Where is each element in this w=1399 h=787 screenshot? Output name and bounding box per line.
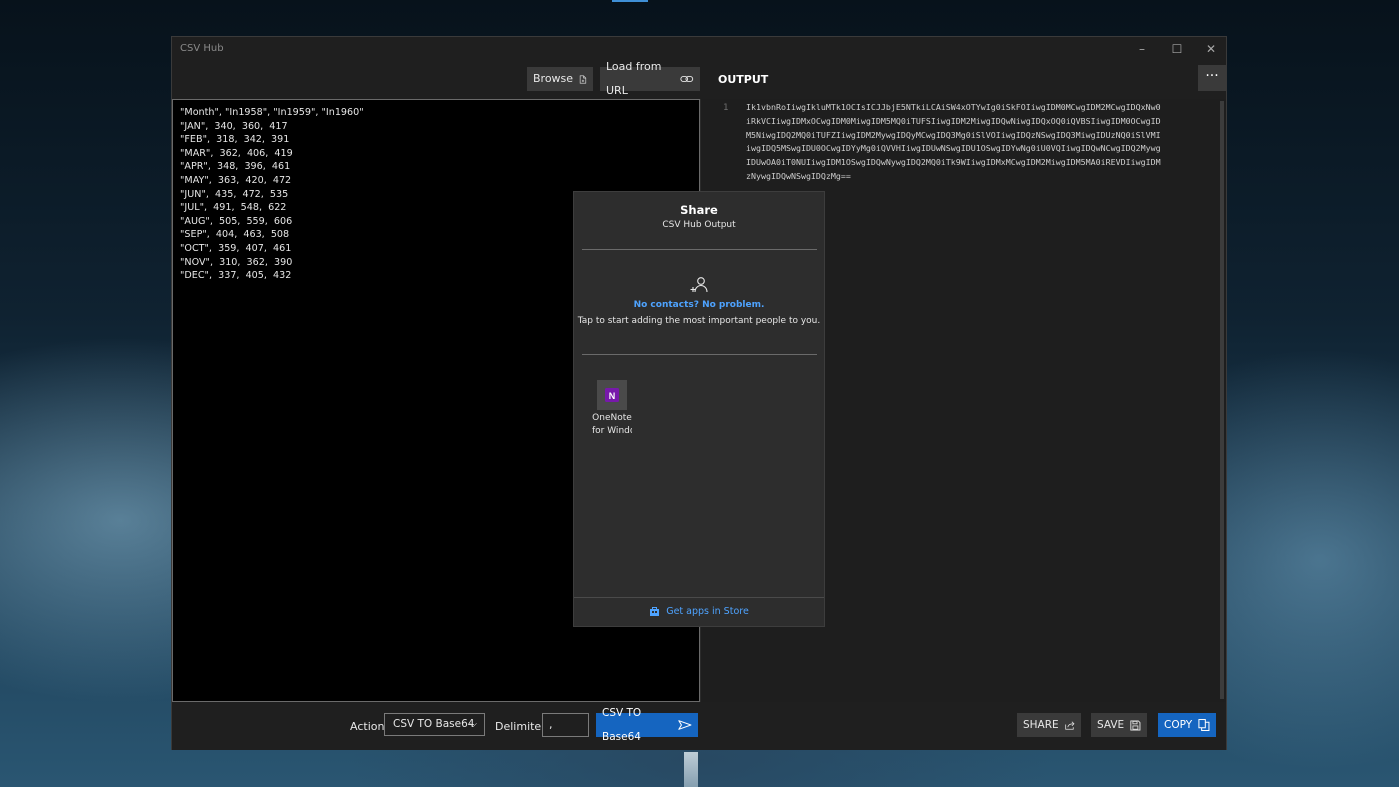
send-icon <box>678 720 692 730</box>
delimiter-input[interactable]: , <box>542 713 589 737</box>
window-title: CSV Hub <box>180 43 224 54</box>
browse-button[interactable]: Browse <box>527 67 593 91</box>
store-bag-icon <box>650 607 660 616</box>
convert-button[interactable]: CSV TO Base64 <box>596 707 698 743</box>
share-icon <box>1064 720 1075 730</box>
onenote-app-name[interactable]: OneNote for Windo <box>592 412 632 438</box>
csv-line: "Month", "In1958", "In1959", "In1960" <box>180 107 364 118</box>
divider <box>574 597 824 598</box>
get-apps-in-store-link[interactable]: Get apps in Store <box>574 606 824 617</box>
csv-line: "JAN", 340, 360, 417 <box>180 120 288 132</box>
output-line: M5NiwgIDQ2MQ0iTUFZIiwgIDM2MywgIDQyMCwgID… <box>746 129 1161 140</box>
action-label: Action <box>350 720 385 733</box>
output-line: zNywgIDQwNSwgIDQzMg== <box>746 170 851 181</box>
action-select[interactable]: CSV TO Base64 ⌵ <box>384 713 485 736</box>
taskbar-indicator <box>612 0 648 2</box>
share-flyout: Share CSV Hub Output No contacts? No pro… <box>573 191 825 627</box>
output-line: iRkVCIiwgIDMxOCwgIDM0MiwgIDM5MQ0iTUFSIiw… <box>746 115 1161 126</box>
share-button[interactable]: SHARE <box>1017 713 1081 737</box>
close-button[interactable]: ✕ <box>1196 40 1226 58</box>
delimiter-label: Delimiter <box>495 720 546 733</box>
output-line: IDUwOA0iT0NUIiwgIDM1OSwgIDQwNywgIDQ2MQ0i… <box>746 157 1161 168</box>
store-link-label: Get apps in Store <box>666 606 749 617</box>
link-icon <box>680 75 694 83</box>
line-number: 1 <box>723 103 729 113</box>
app-name-line: for Windo <box>592 426 632 436</box>
add-contacts-hint: Tap to start adding the most important p… <box>577 316 821 326</box>
add-contact-icon[interactable] <box>690 276 708 294</box>
toolbar: Browse Load from URL OUTPUT ··· <box>172 60 1226 99</box>
app-name-line: OneNote <box>592 413 632 423</box>
svg-text:N: N <box>609 391 616 401</box>
onenote-app-tile[interactable]: N <box>597 380 627 410</box>
no-contacts-link[interactable]: No contacts? No problem. <box>574 300 824 310</box>
convert-button-label: CSV TO Base64 <box>602 707 642 743</box>
output-line: iwgIDQ5MSwgIDU0OCwgIDYyMg0iQVVHIiwgIDUwN… <box>746 143 1161 154</box>
csv-line: "MAY", 363, 420, 472 <box>180 174 292 186</box>
add-file-icon <box>579 75 587 83</box>
share-subtitle: CSV Hub Output <box>662 220 736 230</box>
browse-label: Browse <box>533 72 574 85</box>
base64-output: Ik1vbnRoIiwgIkluMTk1OCIsICJJbjE5NTkiLCAi… <box>746 101 1216 184</box>
csv-line: "FEB", 318, 342, 391 <box>180 134 290 146</box>
csv-line: "MAR", 362, 406, 419 <box>180 147 293 159</box>
output-heading: OUTPUT <box>718 73 769 86</box>
copy-button-label: COPY <box>1164 719 1193 731</box>
save-button[interactable]: SAVE <box>1091 713 1147 737</box>
maximize-button[interactable]: ☐ <box>1162 40 1192 58</box>
load-from-url-label: Load from URL <box>606 60 662 97</box>
action-select-value: CSV TO Base64 <box>393 718 475 730</box>
copy-button[interactable]: COPY <box>1158 713 1216 737</box>
output-scrollbar[interactable] <box>1220 101 1224 699</box>
load-from-url-button[interactable]: Load from URL <box>600 60 700 97</box>
save-button-label: SAVE <box>1097 719 1125 731</box>
divider <box>582 354 817 355</box>
divider <box>582 249 817 250</box>
share-title: Share <box>680 203 718 217</box>
title-bar: CSV Hub – ☐ ✕ <box>172 37 1226 61</box>
copy-icon <box>1198 719 1210 731</box>
csv-line: "APR", 348, 396, 461 <box>180 161 291 173</box>
minimize-button[interactable]: – <box>1127 40 1157 58</box>
save-icon <box>1130 719 1141 731</box>
onenote-icon: N <box>605 388 619 402</box>
more-options-button[interactable]: ··· <box>1198 65 1226 91</box>
chevron-down-icon: ⌵ <box>469 719 477 730</box>
output-line: Ik1vbnRoIiwgIkluMTk1OCIsICJJbjE5NTkiLCAi… <box>746 102 1161 112</box>
action-bar: Action CSV TO Base64 ⌵ Delimiter , CSV T… <box>172 702 1226 750</box>
share-button-label: SHARE <box>1023 719 1059 731</box>
wallpaper-road-marking <box>684 752 698 787</box>
